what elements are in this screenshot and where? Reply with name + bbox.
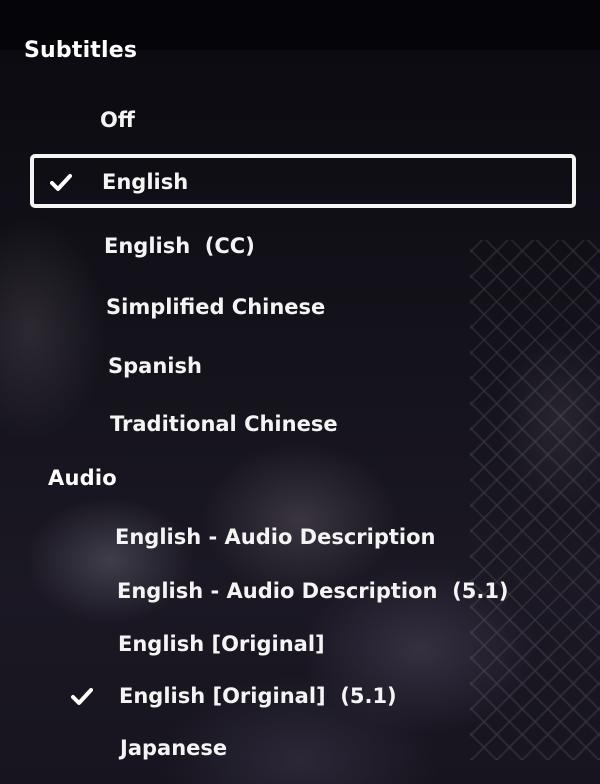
audio-option-japanese[interactable]: Japanese — [120, 736, 227, 760]
background-fence — [470, 240, 600, 760]
subtitle-option-english-cc[interactable]: English (CC) — [104, 234, 255, 258]
audio-option-label: English - Audio Description — [115, 525, 436, 549]
subtitles-heading: Subtitles — [24, 38, 138, 63]
audio-option-label: English [Original] (5.1) — [119, 684, 397, 708]
subtitle-option-off[interactable]: Off — [100, 108, 135, 132]
subtitle-option-simplified-chinese[interactable]: Simplified Chinese — [106, 295, 325, 319]
subtitle-option-label: English (CC) — [104, 234, 255, 258]
subtitle-option-english[interactable]: English — [50, 170, 189, 194]
checkmark-icon — [71, 687, 93, 707]
audio-option-english-audio-description[interactable]: English - Audio Description — [115, 525, 436, 549]
subtitle-option-traditional-chinese[interactable]: Traditional Chinese — [110, 412, 338, 436]
audio-option-english-audio-description-5-1[interactable]: English - Audio Description (5.1) — [117, 579, 509, 603]
checkmark-icon — [50, 173, 72, 193]
subtitle-option-label: Spanish — [108, 354, 202, 378]
subtitle-audio-menu-screen: Subtitles Off English English (CC) Simpl… — [0, 0, 600, 784]
audio-heading: Audio — [48, 466, 117, 490]
audio-option-label: English - Audio Description (5.1) — [117, 579, 509, 603]
subtitle-option-label: Off — [100, 108, 135, 132]
audio-option-english-original-5-1[interactable]: English [Original] (5.1) — [71, 684, 397, 708]
subtitle-option-spanish[interactable]: Spanish — [108, 354, 202, 378]
subtitle-option-label: English — [102, 170, 189, 194]
audio-option-english-original[interactable]: English [Original] — [118, 632, 325, 656]
audio-option-label: Japanese — [120, 736, 228, 760]
subtitle-option-label: Simplified Chinese — [106, 295, 326, 319]
subtitle-option-label: Traditional Chinese — [110, 412, 338, 436]
audio-option-label: English [Original] — [118, 632, 325, 656]
